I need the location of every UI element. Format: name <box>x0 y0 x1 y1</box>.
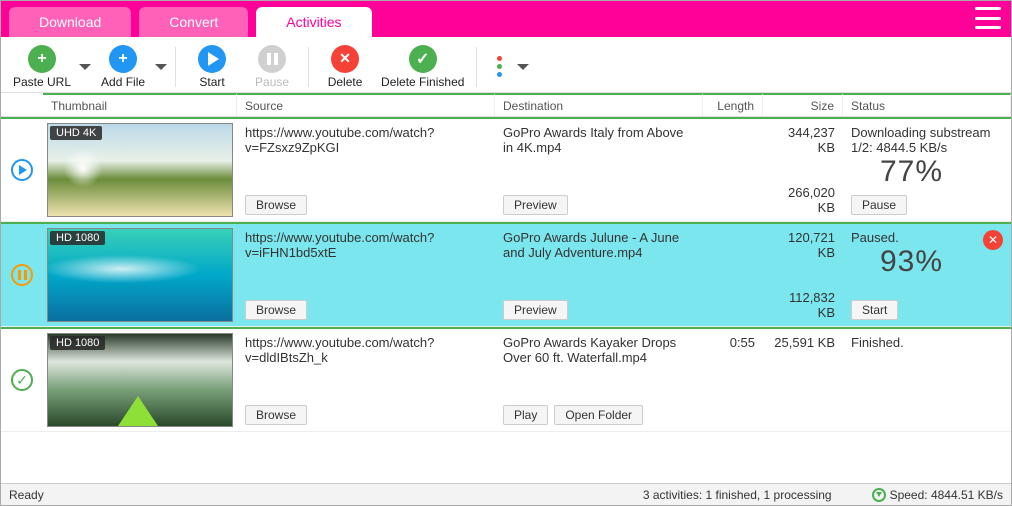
percent-text: 93% <box>851 245 1003 279</box>
open-folder-button[interactable]: Open Folder <box>554 405 643 425</box>
dots-icon <box>489 53 509 81</box>
status-bar: Ready 3 activities: 1 finished, 1 proces… <box>1 483 1011 505</box>
speed-text: Speed: 4844.51 KB/s <box>890 488 1003 502</box>
delete-finished-label: Delete Finished <box>381 75 464 89</box>
status-speed: Speed: 4844.51 KB/s <box>872 488 1003 502</box>
length-value: 0:55 <box>711 335 755 350</box>
state-paused-icon <box>11 264 33 286</box>
download-icon <box>872 488 886 502</box>
delete-button[interactable]: Delete <box>315 43 375 91</box>
status-text: Paused. <box>851 230 1003 245</box>
source-url: https://www.youtube.com/watch?v=dldIBtsZ… <box>245 335 487 365</box>
size-downloaded: 266,020 KB <box>771 185 835 215</box>
separator <box>175 47 176 87</box>
destination-file: GoPro Awards Kayaker Drops Over 60 ft. W… <box>503 335 695 365</box>
preview-button[interactable]: Preview <box>503 300 568 320</box>
header-length[interactable]: Length <box>703 93 763 116</box>
pause-label: Pause <box>255 75 289 89</box>
thumbnail: HD 1080 <box>47 333 233 427</box>
add-file-dropdown[interactable] <box>153 44 169 90</box>
size-total: 344,237 KB <box>771 125 835 155</box>
add-file-label: Add File <box>101 75 145 89</box>
source-url: https://www.youtube.com/watch?v=FZsxz9Zp… <box>245 125 487 155</box>
header-status[interactable]: Status <box>843 93 1011 116</box>
plus-icon: + <box>28 45 56 73</box>
row-pause-button[interactable]: Pause <box>851 195 907 215</box>
chevron-down-icon <box>155 64 167 70</box>
header-size[interactable]: Size <box>763 93 843 116</box>
chevron-down-icon <box>79 64 91 70</box>
percent-text: 77% <box>851 155 1003 189</box>
play-icon <box>198 45 226 73</box>
header-destination[interactable]: Destination <box>495 93 703 116</box>
view-options-dropdown[interactable] <box>515 44 531 90</box>
status-ready: Ready <box>9 488 44 502</box>
activity-row[interactable]: UHD 4K https://www.youtube.com/watch?v=F… <box>1 117 1011 222</box>
play-button[interactable]: Play <box>503 405 548 425</box>
thumbnail: HD 1080 <box>47 228 233 322</box>
size-total: 25,591 KB <box>771 335 835 350</box>
browse-button[interactable]: Browse <box>245 300 307 320</box>
tab-bar: Download Convert Activities <box>1 1 1011 37</box>
start-button[interactable]: Start <box>182 43 242 91</box>
activity-row[interactable]: ✕ HD 1080 https://www.youtube.com/watch?… <box>1 222 1011 327</box>
row-start-button[interactable]: Start <box>851 300 898 320</box>
tab-download[interactable]: Download <box>9 7 131 37</box>
state-playing-icon <box>11 159 33 181</box>
close-icon <box>331 45 359 73</box>
gutter-header <box>1 93 43 116</box>
activity-list: UHD 4K https://www.youtube.com/watch?v=F… <box>1 117 1011 483</box>
tab-activities[interactable]: Activities <box>256 7 371 37</box>
column-headers: Thumbnail Source Destination Length Size… <box>1 93 1011 117</box>
size-total: 120,721 KB <box>771 230 835 260</box>
quality-badge: HD 1080 <box>50 336 105 350</box>
header-thumbnail[interactable]: Thumbnail <box>43 93 237 116</box>
thumbnail: UHD 4K <box>47 123 233 217</box>
status-text: Downloading substream 1/2: 4844.5 KB/s <box>851 125 1003 155</box>
delete-label: Delete <box>328 75 363 89</box>
preview-button[interactable]: Preview <box>503 195 568 215</box>
toolbar: + Paste URL + Add File Start Pause Delet… <box>1 37 1011 93</box>
quality-badge: HD 1080 <box>50 231 105 245</box>
separator <box>308 47 309 87</box>
tab-convert[interactable]: Convert <box>139 7 248 37</box>
paste-url-dropdown[interactable] <box>77 44 93 90</box>
status-text: Finished. <box>851 335 1003 350</box>
menu-icon[interactable] <box>975 7 1001 29</box>
add-file-button[interactable]: + Add File <box>93 43 153 91</box>
separator <box>476 47 477 87</box>
state-finished-icon: ✓ <box>11 369 33 391</box>
browse-button[interactable]: Browse <box>245 195 307 215</box>
view-options-button[interactable] <box>483 51 515 83</box>
paste-url-button[interactable]: + Paste URL <box>7 43 77 91</box>
activity-row[interactable]: ✓ HD 1080 https://www.youtube.com/watch?… <box>1 327 1011 432</box>
start-label: Start <box>199 75 224 89</box>
size-downloaded: 112,832 KB <box>771 290 835 320</box>
app-window: Download Convert Activities + Paste URL … <box>0 0 1012 506</box>
delete-finished-button[interactable]: Delete Finished <box>375 43 470 91</box>
browse-button[interactable]: Browse <box>245 405 307 425</box>
chevron-down-icon <box>517 64 529 70</box>
destination-file: GoPro Awards Julune - A June and July Ad… <box>503 230 695 260</box>
destination-file: GoPro Awards Italy from Above in 4K.mp4 <box>503 125 695 155</box>
paste-url-label: Paste URL <box>13 75 71 89</box>
quality-badge: UHD 4K <box>50 126 102 140</box>
header-source[interactable]: Source <box>237 93 495 116</box>
check-icon <box>409 45 437 73</box>
plus-icon: + <box>109 45 137 73</box>
status-summary: 3 activities: 1 finished, 1 processing <box>643 488 832 502</box>
source-url: https://www.youtube.com/watch?v=iFHN1bd5… <box>245 230 487 260</box>
pause-icon <box>258 45 286 73</box>
pause-button[interactable]: Pause <box>242 43 302 91</box>
